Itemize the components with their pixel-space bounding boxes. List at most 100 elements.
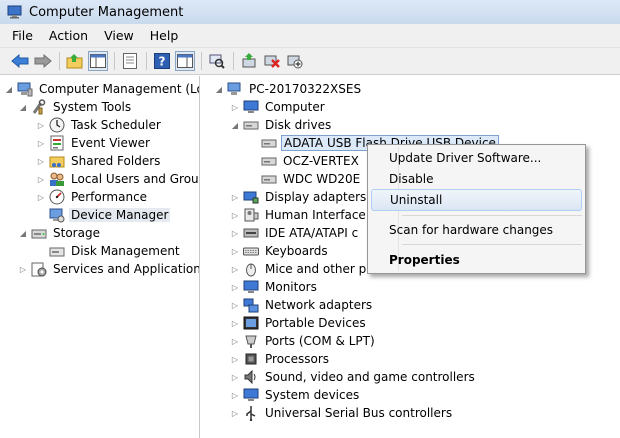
uninstall-item[interactable]: Uninstall <box>371 189 582 211</box>
expand-arrow-icon[interactable]: ▷ <box>230 246 240 256</box>
computer-management-icon <box>7 5 22 19</box>
device-category-mice[interactable]: ▷ Mice and other p <box>230 260 368 278</box>
port-icon <box>243 333 259 349</box>
device-category-disk-drives[interactable]: ◢ Disk drives <box>230 116 333 134</box>
device-category-ide-ata-atapi[interactable]: ▷ IDE ATA/ATAPI c <box>230 224 360 242</box>
collapse-arrow-icon[interactable]: ◢ <box>18 102 28 112</box>
tree-item-shared-folders[interactable]: ▷ Shared Folders <box>36 152 162 170</box>
tree-item-event-viewer[interactable]: ▷ Event Viewer <box>36 134 152 152</box>
collapse-arrow-icon[interactable]: ◢ <box>18 228 28 238</box>
device-category-sound-video-game[interactable]: ▷ Sound, video and game controllers <box>230 368 477 386</box>
device-category-monitors[interactable]: ▷ Monitors <box>230 278 319 296</box>
device-category-system-devices[interactable]: ▷ System devices <box>230 386 361 404</box>
tree-item-disk-management[interactable]: Disk Management <box>36 242 182 260</box>
expand-arrow-icon[interactable]: ▷ <box>36 156 46 166</box>
processor-icon <box>243 351 259 367</box>
disk-management-icon <box>49 243 65 259</box>
expand-arrow-icon[interactable]: ▷ <box>36 192 46 202</box>
scan-for-hardware-changes-item[interactable]: Scan for hardware changes <box>371 219 582 241</box>
expand-arrow-icon[interactable]: ▷ <box>36 174 46 184</box>
device-category-usb-controllers[interactable]: ▷ Universal Serial Bus controllers <box>230 404 454 422</box>
toolbar: ? <box>0 48 620 75</box>
tree-label: Device Manager <box>69 208 171 222</box>
mouse-icon <box>243 261 259 277</box>
back-button[interactable] <box>10 51 30 71</box>
forward-button[interactable] <box>33 51 53 71</box>
expand-arrow-icon[interactable]: ▷ <box>230 354 240 364</box>
show-console-tree-button[interactable] <box>88 51 108 71</box>
computer-name: PC-20170322XSES <box>249 82 362 96</box>
menu-help[interactable]: Help <box>150 28 179 43</box>
expand-arrow-icon[interactable]: ▷ <box>230 264 240 274</box>
device-category-processors[interactable]: ▷ Processors <box>230 350 331 368</box>
expand-arrow-icon[interactable]: ▷ <box>36 138 46 148</box>
properties-toolbar-button[interactable] <box>120 51 140 71</box>
collapse-arrow-icon[interactable]: ◢ <box>230 120 240 130</box>
device-item-ocz-vertex[interactable]: OCZ-VERTEX <box>248 152 361 170</box>
expand-arrow-icon[interactable]: ▷ <box>230 390 240 400</box>
device-category-network-adapters[interactable]: ▷ Network adapters <box>230 296 374 314</box>
device-category-label: Ports (COM & LPT) <box>265 334 375 348</box>
tree-item-storage[interactable]: ◢ Storage <box>18 224 102 242</box>
tree-item-system-tools[interactable]: ◢ System Tools <box>18 98 133 116</box>
tree-item-device-manager[interactable]: Device Manager <box>36 206 171 224</box>
expand-arrow-icon[interactable]: ▷ <box>230 210 240 220</box>
action-pane-icon <box>177 54 193 68</box>
disable-device-button[interactable] <box>285 51 305 71</box>
expand-arrow-icon[interactable]: ▷ <box>230 336 240 346</box>
update-driver-software-item[interactable]: Update Driver Software... <box>371 147 582 169</box>
menu-action[interactable]: Action <box>49 28 88 43</box>
device-category-display-adapters[interactable]: ▷ Display adapters <box>230 188 368 206</box>
menu-file[interactable]: File <box>12 28 33 43</box>
expand-arrow-icon[interactable]: ▷ <box>230 192 240 202</box>
tree-item-services-and-applications[interactable]: ▷ Services and Applications <box>18 260 199 278</box>
keyboard-icon <box>243 243 259 259</box>
tree-label: Local Users and Groups <box>71 172 200 186</box>
tree-root-computer-management[interactable]: ◢ Computer Management (Local <box>4 80 199 98</box>
expand-arrow-icon[interactable]: ▷ <box>18 264 28 274</box>
device-category-label: Network adapters <box>265 298 373 312</box>
expand-arrow-icon[interactable]: ▷ <box>230 318 240 328</box>
device-item-wdc[interactable]: WDC WD20E <box>248 170 362 188</box>
device-category-portable-devices[interactable]: ▷ Portable Devices <box>230 314 368 332</box>
device-category-label: Sound, video and game controllers <box>265 370 475 384</box>
console-tree-icon <box>90 54 106 68</box>
clock-icon <box>49 117 65 133</box>
scan-hardware-button[interactable] <box>207 51 227 71</box>
help-toolbar-button[interactable]: ? <box>152 51 172 71</box>
tree-label: Performance <box>71 190 148 204</box>
device-category-human-interface[interactable]: ▷ Human Interface <box>230 206 368 224</box>
uninstall-device-icon <box>264 55 280 68</box>
device-category-computer[interactable]: ▷ Computer <box>230 98 327 116</box>
update-driver-button[interactable] <box>239 51 259 71</box>
device-tree-root[interactable]: ◢ PC-20170322XSES <box>214 80 363 98</box>
device-category-keyboards[interactable]: ▷ Keyboards <box>230 242 330 260</box>
tree-item-local-users-and-groups[interactable]: ▷ Local Users and Groups <box>36 170 200 188</box>
expand-arrow-icon[interactable]: ▷ <box>230 228 240 238</box>
expand-arrow-icon[interactable]: ▷ <box>230 408 240 418</box>
show-action-pane-button[interactable] <box>175 51 195 71</box>
expand-arrow-icon[interactable]: ▷ <box>230 300 240 310</box>
menu-view[interactable]: View <box>104 28 134 43</box>
disable-item[interactable]: Disable <box>371 168 582 190</box>
uninstall-device-button[interactable] <box>262 51 282 71</box>
device-category-ports[interactable]: ▷ Ports (COM & LPT) <box>230 332 377 350</box>
tree-item-performance[interactable]: ▷ Performance <box>36 188 149 206</box>
folder-up-icon <box>66 54 83 69</box>
tree-label: Shared Folders <box>71 154 161 168</box>
device-category-label: Monitors <box>265 280 317 294</box>
properties-item[interactable]: Properties <box>371 249 582 271</box>
disk-drive-icon <box>261 171 277 187</box>
expand-arrow-icon[interactable]: ▷ <box>36 120 46 130</box>
expand-arrow-icon[interactable]: ▷ <box>230 282 240 292</box>
collapse-arrow-icon[interactable]: ◢ <box>214 84 224 94</box>
up-one-level-button[interactable] <box>65 51 85 71</box>
expand-arrow-icon[interactable]: ▷ <box>230 102 240 112</box>
collapse-arrow-icon[interactable]: ◢ <box>4 84 14 94</box>
computer-management-icon <box>17 81 33 97</box>
help-icon: ? <box>154 53 170 69</box>
device-label: WDC WD20E <box>283 172 361 186</box>
tree-item-task-scheduler[interactable]: ▷ Task Scheduler <box>36 116 163 134</box>
device-context-menu: Update Driver Software... Disable Uninst… <box>367 144 586 274</box>
expand-arrow-icon[interactable]: ▷ <box>230 372 240 382</box>
